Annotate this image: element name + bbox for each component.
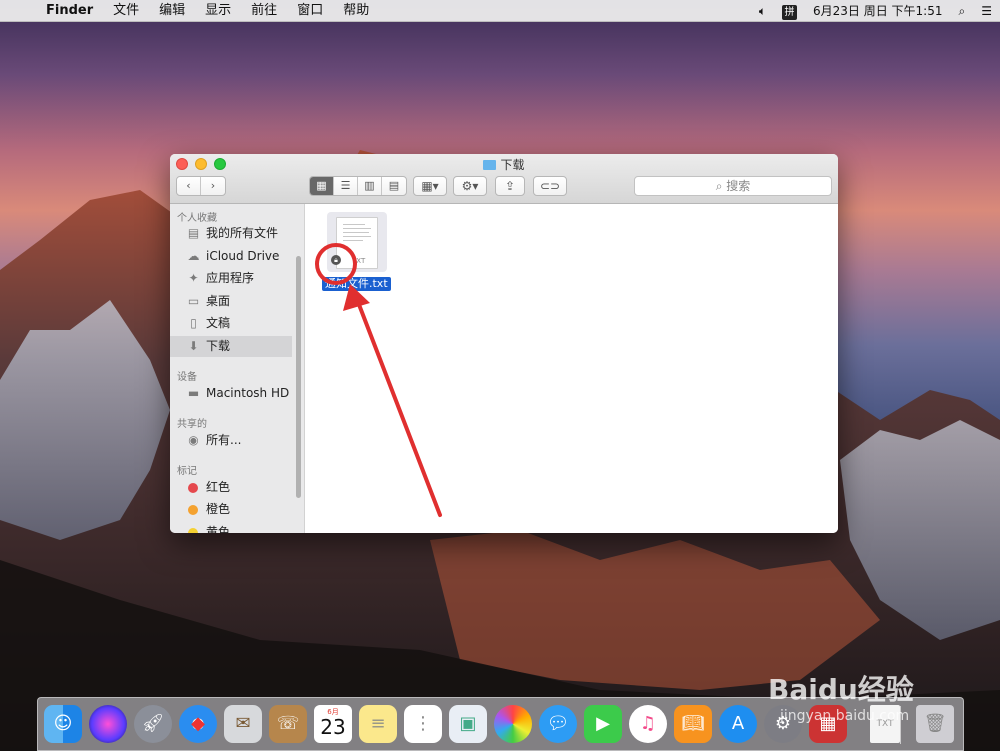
lock-icon: 🔒︎ <box>331 255 341 265</box>
menu-help[interactable]: 帮助 <box>333 0 379 22</box>
menu-clock[interactable]: 6月23日 周日 下午1:51 <box>805 0 950 22</box>
dock-trash-icon[interactable]: 🗑︎ <box>916 705 954 743</box>
cloud-icon: ☁ <box>187 249 200 263</box>
sidebar-item-label: iCloud Drive <box>206 249 280 263</box>
sidebar-item-label: 我的所有文件 <box>206 226 279 240</box>
all-files-icon: ▤ <box>187 226 200 240</box>
view-mode-switcher: ▦ ☰ ▥ ▤ <box>309 176 407 196</box>
sidebar-item-all-shared[interactable]: ◉ 所有... <box>170 430 292 451</box>
menu-go[interactable]: 前往 <box>241 0 287 22</box>
menu-edit[interactable]: 编辑 <box>149 0 195 22</box>
dock-app-store-icon[interactable]: A <box>719 705 757 743</box>
window-toolbar: 下载 ‹ › ▦ ☰ ▥ ▤ ▦▾ ⚙▾ ⇪ ⊂⊃ ⌕ 搜索 <box>170 154 838 204</box>
sidebar-item-label: Macintosh HD <box>206 386 290 400</box>
dock-calendar-icon[interactable]: 6月 23 <box>314 705 352 743</box>
arrange-button[interactable]: ▦▾ <box>413 176 447 196</box>
dock-ibooks-icon[interactable]: 📖︎ <box>674 705 712 743</box>
sidebar-item-label: 文稿 <box>206 316 231 330</box>
sidebar-item-label: 桌面 <box>206 294 231 308</box>
dock-photos-icon[interactable] <box>494 705 532 743</box>
dock-itunes-icon[interactable]: ♫ <box>629 705 667 743</box>
sidebar-section-favorites: 个人收藏 <box>177 213 217 224</box>
download-icon: ⬇ <box>188 339 199 353</box>
sidebar-tag-yellow[interactable]: 黄色 <box>170 522 292 533</box>
documents-icon: ▯ <box>190 316 197 330</box>
dock-safari-icon[interactable]: ◆ <box>179 705 217 743</box>
sidebar-item-label: 红色 <box>206 480 231 494</box>
window-title: 下载 <box>170 156 838 173</box>
applications-icon: ✦ <box>188 271 199 285</box>
sidebar-item-label: 应用程序 <box>206 271 255 285</box>
sidebar-item-desktop[interactable]: ▭ 桌面 <box>170 291 292 312</box>
sidebar-item-label: 橙色 <box>206 502 231 516</box>
column-view-button[interactable]: ▥ <box>358 177 382 195</box>
dock-notes-icon[interactable]: ≡ <box>359 705 397 743</box>
text-document-icon: TXT <box>336 217 378 269</box>
file-item[interactable]: TXT 🔒︎ <box>327 212 387 272</box>
tag-dot-yellow-icon <box>188 528 198 533</box>
sidebar: 个人收藏 ▤ 我的所有文件 ☁ iCloud Drive ✦ 应用程序 ▭ 桌面 ▯ 文稿… <box>170 204 305 533</box>
dock-facetime-icon[interactable]: ▶ <box>584 705 622 743</box>
sidebar-section-shared: 共享的 <box>177 419 207 430</box>
sidebar-tag-red[interactable]: 红色 <box>170 477 292 498</box>
folder-icon <box>483 160 497 170</box>
sidebar-tag-orange[interactable]: 橙色 <box>170 499 292 520</box>
file-extension-label: TXT <box>352 257 366 265</box>
sidebar-item-downloads[interactable]: ⬇ 下载 <box>170 336 292 357</box>
sidebar-item-all-files[interactable]: ▤ 我的所有文件 <box>170 223 292 244</box>
dock-contacts-icon[interactable]: ☏ <box>269 705 307 743</box>
window-title-text: 下载 <box>500 158 525 172</box>
spotlight-search-icon[interactable]: ⌕ <box>951 0 974 22</box>
tags-button[interactable]: ⊂⊃ <box>533 176 567 196</box>
input-method-icon: 拼 <box>782 5 798 20</box>
notification-center-icon[interactable]: ☰ <box>973 0 1000 22</box>
dock-launchpad-icon[interactable]: 🚀︎ <box>134 705 172 743</box>
file-name-label[interactable]: 通知文件.txt <box>322 277 391 291</box>
forward-button[interactable]: › <box>201 177 225 195</box>
menu-view[interactable]: 显示 <box>195 0 241 22</box>
action-gear-button[interactable]: ⚙▾ <box>453 176 487 196</box>
dock-preview-icon[interactable]: ▣ <box>449 705 487 743</box>
sidebar-item-label: 黄色 <box>206 525 231 533</box>
sidebar-item-label: 所有... <box>206 433 242 447</box>
dock-mail-icon[interactable]: ✉ <box>224 705 262 743</box>
dock-siri-icon[interactable] <box>89 705 127 743</box>
watermark-url: jingyan.baidu.com <box>780 708 910 724</box>
watermark-logo: Baidu经验 <box>768 673 914 706</box>
sidebar-item-icloud-drive[interactable]: ☁ iCloud Drive <box>170 246 292 267</box>
search-icon: ⌕ <box>715 179 727 193</box>
tag-dot-red-icon <box>188 483 198 493</box>
file-browser-area: TXT 🔒︎ 通知文件.txt <box>305 204 838 533</box>
icon-view-button[interactable]: ▦ <box>310 177 334 195</box>
finder-window: 下载 ‹ › ▦ ☰ ▥ ▤ ▦▾ ⚙▾ ⇪ ⊂⊃ ⌕ 搜索 个人收藏 ▤ 我的所… <box>170 154 838 533</box>
sidebar-section-tags: 标记 <box>177 466 197 477</box>
sidebar-section-devices: 设备 <box>177 372 197 383</box>
menu-app-name[interactable]: Finder <box>36 0 103 22</box>
search-placeholder: 搜索 <box>726 179 751 193</box>
dock-messages-icon[interactable]: 💬︎ <box>539 705 577 743</box>
sidebar-item-applications[interactable]: ✦ 应用程序 <box>170 268 292 289</box>
dock-finder-icon[interactable]: ☺ <box>44 705 82 743</box>
sidebar-item-documents[interactable]: ▯ 文稿 <box>170 313 292 334</box>
desktop-icon: ▭ <box>187 294 200 308</box>
back-button[interactable]: ‹ <box>177 177 201 195</box>
calendar-day: 23 <box>320 715 346 739</box>
gallery-view-button[interactable]: ▤ <box>382 177 406 195</box>
network-icon: ◉ <box>188 433 199 447</box>
sidebar-item-label: 下载 <box>206 339 231 353</box>
volume-icon[interactable]: 🔈︎ <box>751 0 774 22</box>
sidebar-scrollbar[interactable] <box>296 256 301 498</box>
disk-icon: ▬ <box>187 386 200 400</box>
tag-dot-orange-icon <box>188 505 198 515</box>
menu-bar: Finder 文件 编辑 显示 前往 窗口 帮助 🔈︎ 拼 6月23日 周日 下… <box>0 0 1000 22</box>
menu-window[interactable]: 窗口 <box>287 0 333 22</box>
input-method-menu[interactable]: 拼 <box>774 0 805 22</box>
nav-buttons: ‹ › <box>176 176 226 196</box>
dock-reminders-icon[interactable]: ⋮ <box>404 705 442 743</box>
list-view-button[interactable]: ☰ <box>334 177 358 195</box>
sidebar-item-macintosh-hd[interactable]: ▬ Macintosh HD <box>170 383 292 404</box>
menu-file[interactable]: 文件 <box>103 0 149 22</box>
share-button[interactable]: ⇪ <box>495 176 525 196</box>
search-field[interactable]: ⌕ 搜索 <box>634 176 832 196</box>
